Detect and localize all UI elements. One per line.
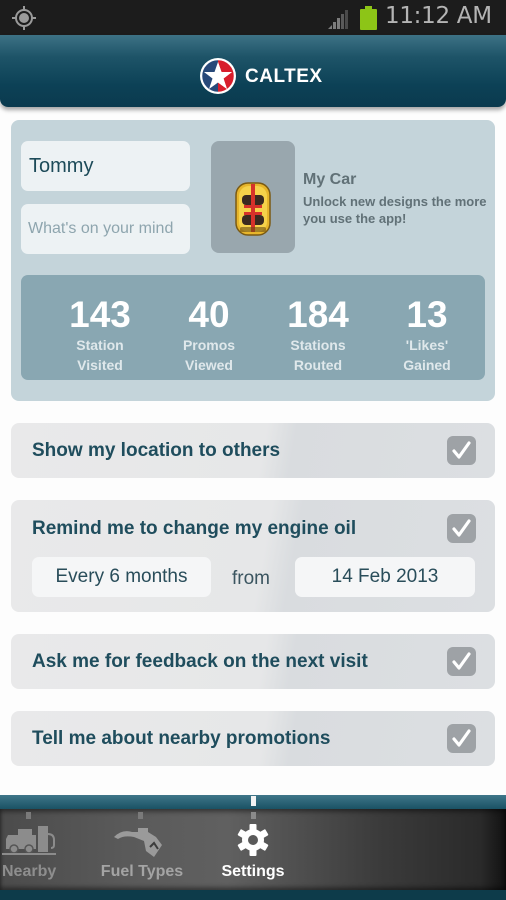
from-label: from bbox=[232, 568, 270, 589]
nav-bottom-bar bbox=[0, 890, 506, 900]
setting-label: Show my location to others bbox=[32, 440, 281, 461]
setting-label: Tell me about nearby promotions bbox=[32, 728, 331, 749]
fuel-station-car-icon bbox=[2, 826, 56, 855]
stat-stations-visited: 143 Station Visited bbox=[45, 275, 155, 375]
feedback-checkbox[interactable] bbox=[447, 647, 476, 676]
stat-label: Station bbox=[76, 337, 124, 353]
status-bar: 11:12 AM bbox=[0, 0, 506, 35]
tab-fuel-types[interactable]: Fuel Types bbox=[92, 809, 192, 890]
reminder-start-date-picker[interactable]: 14 Feb 2013 bbox=[295, 557, 475, 597]
checkmark-icon bbox=[452, 729, 471, 747]
caltex-star-logo bbox=[200, 58, 236, 94]
tab-indicator bbox=[26, 812, 31, 819]
stat-likes-gained: 13 'Likes' Gained bbox=[372, 275, 482, 375]
stat-label: Viewed bbox=[185, 357, 233, 373]
profile-panel: My Car Unlock new designs the more you u… bbox=[11, 120, 495, 401]
signal-icon bbox=[328, 10, 348, 29]
tab-settings[interactable]: Settings bbox=[213, 809, 293, 890]
clock: 11:12 AM bbox=[385, 3, 492, 29]
tab-label: Nearby bbox=[2, 863, 57, 880]
checkmark-icon bbox=[452, 652, 471, 670]
gps-icon bbox=[12, 6, 36, 30]
fuel-nozzle-icon bbox=[114, 828, 162, 857]
tab-label: Settings bbox=[221, 863, 285, 880]
my-car-tile[interactable] bbox=[211, 141, 295, 253]
stat-label: Visited bbox=[77, 357, 123, 373]
status-input[interactable] bbox=[21, 204, 190, 254]
setting-nearby-promotions[interactable]: Tell me about nearby promotions bbox=[11, 711, 495, 766]
stat-label: Gained bbox=[403, 357, 451, 373]
stat-value: 13 bbox=[406, 294, 448, 335]
bottom-nav: Nearby Fuel Types Settings bbox=[0, 795, 506, 900]
car-icon bbox=[235, 182, 271, 236]
stats-box: 143 Station Visited 40 Promos Viewed 184… bbox=[21, 275, 485, 380]
reminder-interval-select[interactable]: Every 6 months bbox=[32, 557, 211, 597]
active-tab-indicator bbox=[251, 796, 256, 806]
my-car-title: My Car bbox=[303, 171, 357, 188]
stat-value: 40 bbox=[188, 294, 230, 335]
engine-oil-checkbox[interactable] bbox=[447, 514, 476, 543]
stat-label: 'Likes' bbox=[405, 337, 449, 353]
stat-label: Promos bbox=[182, 337, 236, 353]
setting-label: Ask me for feedback on the next visit bbox=[32, 651, 368, 672]
checkmark-icon bbox=[452, 519, 471, 537]
setting-label: Remind me to change my engine oil bbox=[32, 518, 357, 539]
setting-engine-oil-reminder[interactable]: Remind me to change my engine oil Every … bbox=[11, 500, 495, 612]
gear-icon bbox=[237, 824, 269, 856]
name-field[interactable] bbox=[21, 141, 190, 191]
tab-nearby[interactable]: Nearby bbox=[0, 809, 62, 890]
stat-value: 143 bbox=[69, 294, 131, 335]
tab-indicator bbox=[138, 812, 143, 819]
my-car-description: Unlock new designs the more you use the … bbox=[303, 194, 487, 226]
setting-show-location[interactable]: Show my location to others bbox=[11, 423, 495, 478]
stat-promos-viewed: 40 Promos Viewed bbox=[154, 275, 264, 375]
promotions-checkbox[interactable] bbox=[447, 724, 476, 753]
show-location-checkbox[interactable] bbox=[447, 436, 476, 465]
stat-stations-routed: 184 Stations Routed bbox=[263, 275, 373, 375]
battery-icon bbox=[360, 6, 377, 30]
app-header: CALTEX bbox=[0, 35, 506, 107]
stat-value: 184 bbox=[287, 294, 349, 335]
tab-indicator bbox=[251, 812, 256, 819]
checkmark-icon bbox=[452, 441, 471, 459]
stat-label: Routed bbox=[293, 357, 343, 373]
setting-feedback-next-visit[interactable]: Ask me for feedback on the next visit bbox=[11, 634, 495, 689]
tab-label: Fuel Types bbox=[100, 863, 184, 880]
brand-name: CALTEX bbox=[245, 66, 323, 87]
stat-label: Stations bbox=[290, 337, 346, 353]
